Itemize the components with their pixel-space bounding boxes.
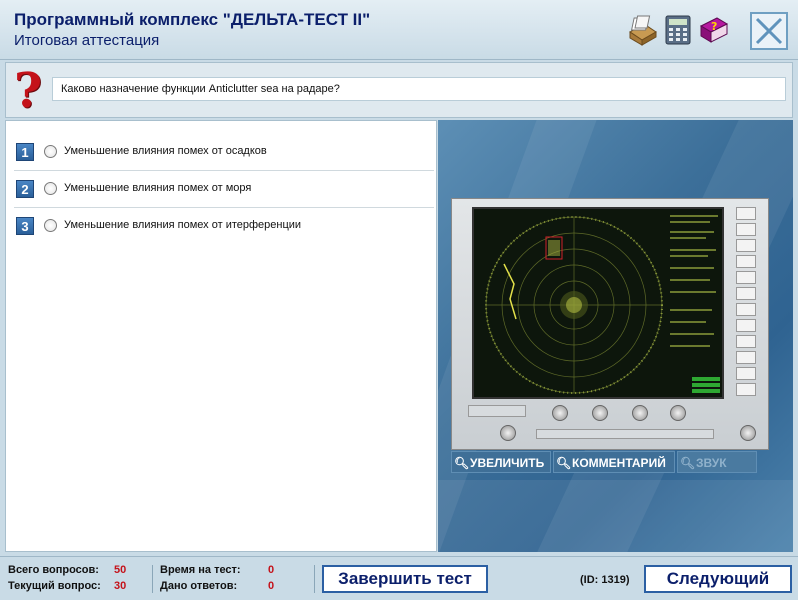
answers-given-label: Дано ответов:	[160, 580, 238, 592]
current-question-value: 30	[114, 580, 127, 592]
answer-label: Уменьшение влияния помех от моря	[64, 182, 252, 194]
magnifier-icon: 🔍︎	[556, 456, 572, 470]
zoom-button-label: УВЕЛИЧИТЬ	[470, 456, 545, 470]
radar-side-buttons	[736, 207, 758, 399]
card-file-icon[interactable]	[626, 14, 658, 46]
answer-label: Уменьшение влияния помех от итерференции	[64, 219, 302, 231]
test-time-value: 0	[268, 564, 275, 576]
answer-label: Уменьшение влияния помех от осадков	[64, 145, 267, 157]
question-id: (ID: 1319)	[580, 574, 630, 586]
help-book-icon[interactable]: ?	[698, 14, 730, 46]
answers-panel: 1 Уменьшение влияния помех от осадков 2 …	[5, 120, 437, 552]
answer-option-3[interactable]: 3 Уменьшение влияния помех от итерференц…	[14, 209, 434, 245]
sound-button-label: ЗВУК	[696, 456, 727, 470]
total-questions-label: Всего вопросов:	[8, 564, 99, 576]
current-question-label: Текущий вопрос:	[8, 580, 101, 592]
finish-test-button[interactable]: Завершить тест	[322, 565, 488, 593]
question-bar: ? Каково назначение функции Anticlutter …	[5, 62, 793, 118]
answer-radio[interactable]	[44, 145, 57, 158]
app-header: Программный комплекс "ДЕЛЬТА-ТЕСТ II" Ит…	[0, 0, 798, 60]
radar-screen	[472, 207, 724, 399]
comments-button-label: КОММЕНТАРИЙ	[572, 456, 666, 470]
next-button[interactable]: Следующий	[644, 565, 792, 593]
app-title: Программный комплекс "ДЕЛЬТА-ТЕСТ II"	[14, 10, 371, 29]
illustration-panel: 🔍︎УВЕЛИЧИТЬ 🔍︎КОММЕНТАРИЙ 🔍︎ЗВУК	[438, 120, 793, 552]
svg-text:?: ?	[711, 20, 717, 33]
answer-number: 3	[16, 217, 34, 235]
comments-button[interactable]: 🔍︎КОММЕНТАРИЙ	[553, 451, 675, 473]
sound-button[interactable]: 🔍︎ЗВУК	[677, 451, 757, 473]
close-icon	[755, 17, 783, 45]
magnifier-icon: 🔍︎	[454, 456, 470, 470]
radar-image	[451, 198, 769, 450]
answer-option-1[interactable]: 1 Уменьшение влияния помех от осадков	[14, 135, 434, 171]
status-footer: Всего вопросов: 50 Текущий вопрос: 30 Вр…	[0, 556, 798, 600]
calculator-icon[interactable]	[662, 14, 694, 46]
question-mark-icon: ?	[13, 63, 43, 119]
divider	[314, 565, 315, 593]
answers-given-value: 0	[268, 580, 275, 592]
answer-radio[interactable]	[44, 182, 57, 195]
answer-number: 1	[16, 143, 34, 161]
zoom-button[interactable]: 🔍︎УВЕЛИЧИТЬ	[451, 451, 551, 473]
answer-number: 2	[16, 180, 34, 198]
total-questions-value: 50	[114, 564, 127, 576]
test-time-label: Время на тест:	[160, 564, 241, 576]
answer-option-2[interactable]: 2 Уменьшение влияния помех от моря	[14, 172, 434, 208]
question-text: Каково назначение функции Anticlutter se…	[52, 77, 786, 101]
background-decoration	[518, 505, 521, 515]
app-subtitle: Итоговая аттестация	[14, 32, 160, 49]
answer-radio[interactable]	[44, 219, 57, 232]
image-toolbar: 🔍︎УВЕЛИЧИТЬ 🔍︎КОММЕНТАРИЙ 🔍︎ЗВУК	[451, 451, 769, 473]
magnifier-icon: 🔍︎	[680, 456, 696, 470]
divider	[152, 565, 153, 593]
close-button[interactable]	[750, 12, 788, 50]
